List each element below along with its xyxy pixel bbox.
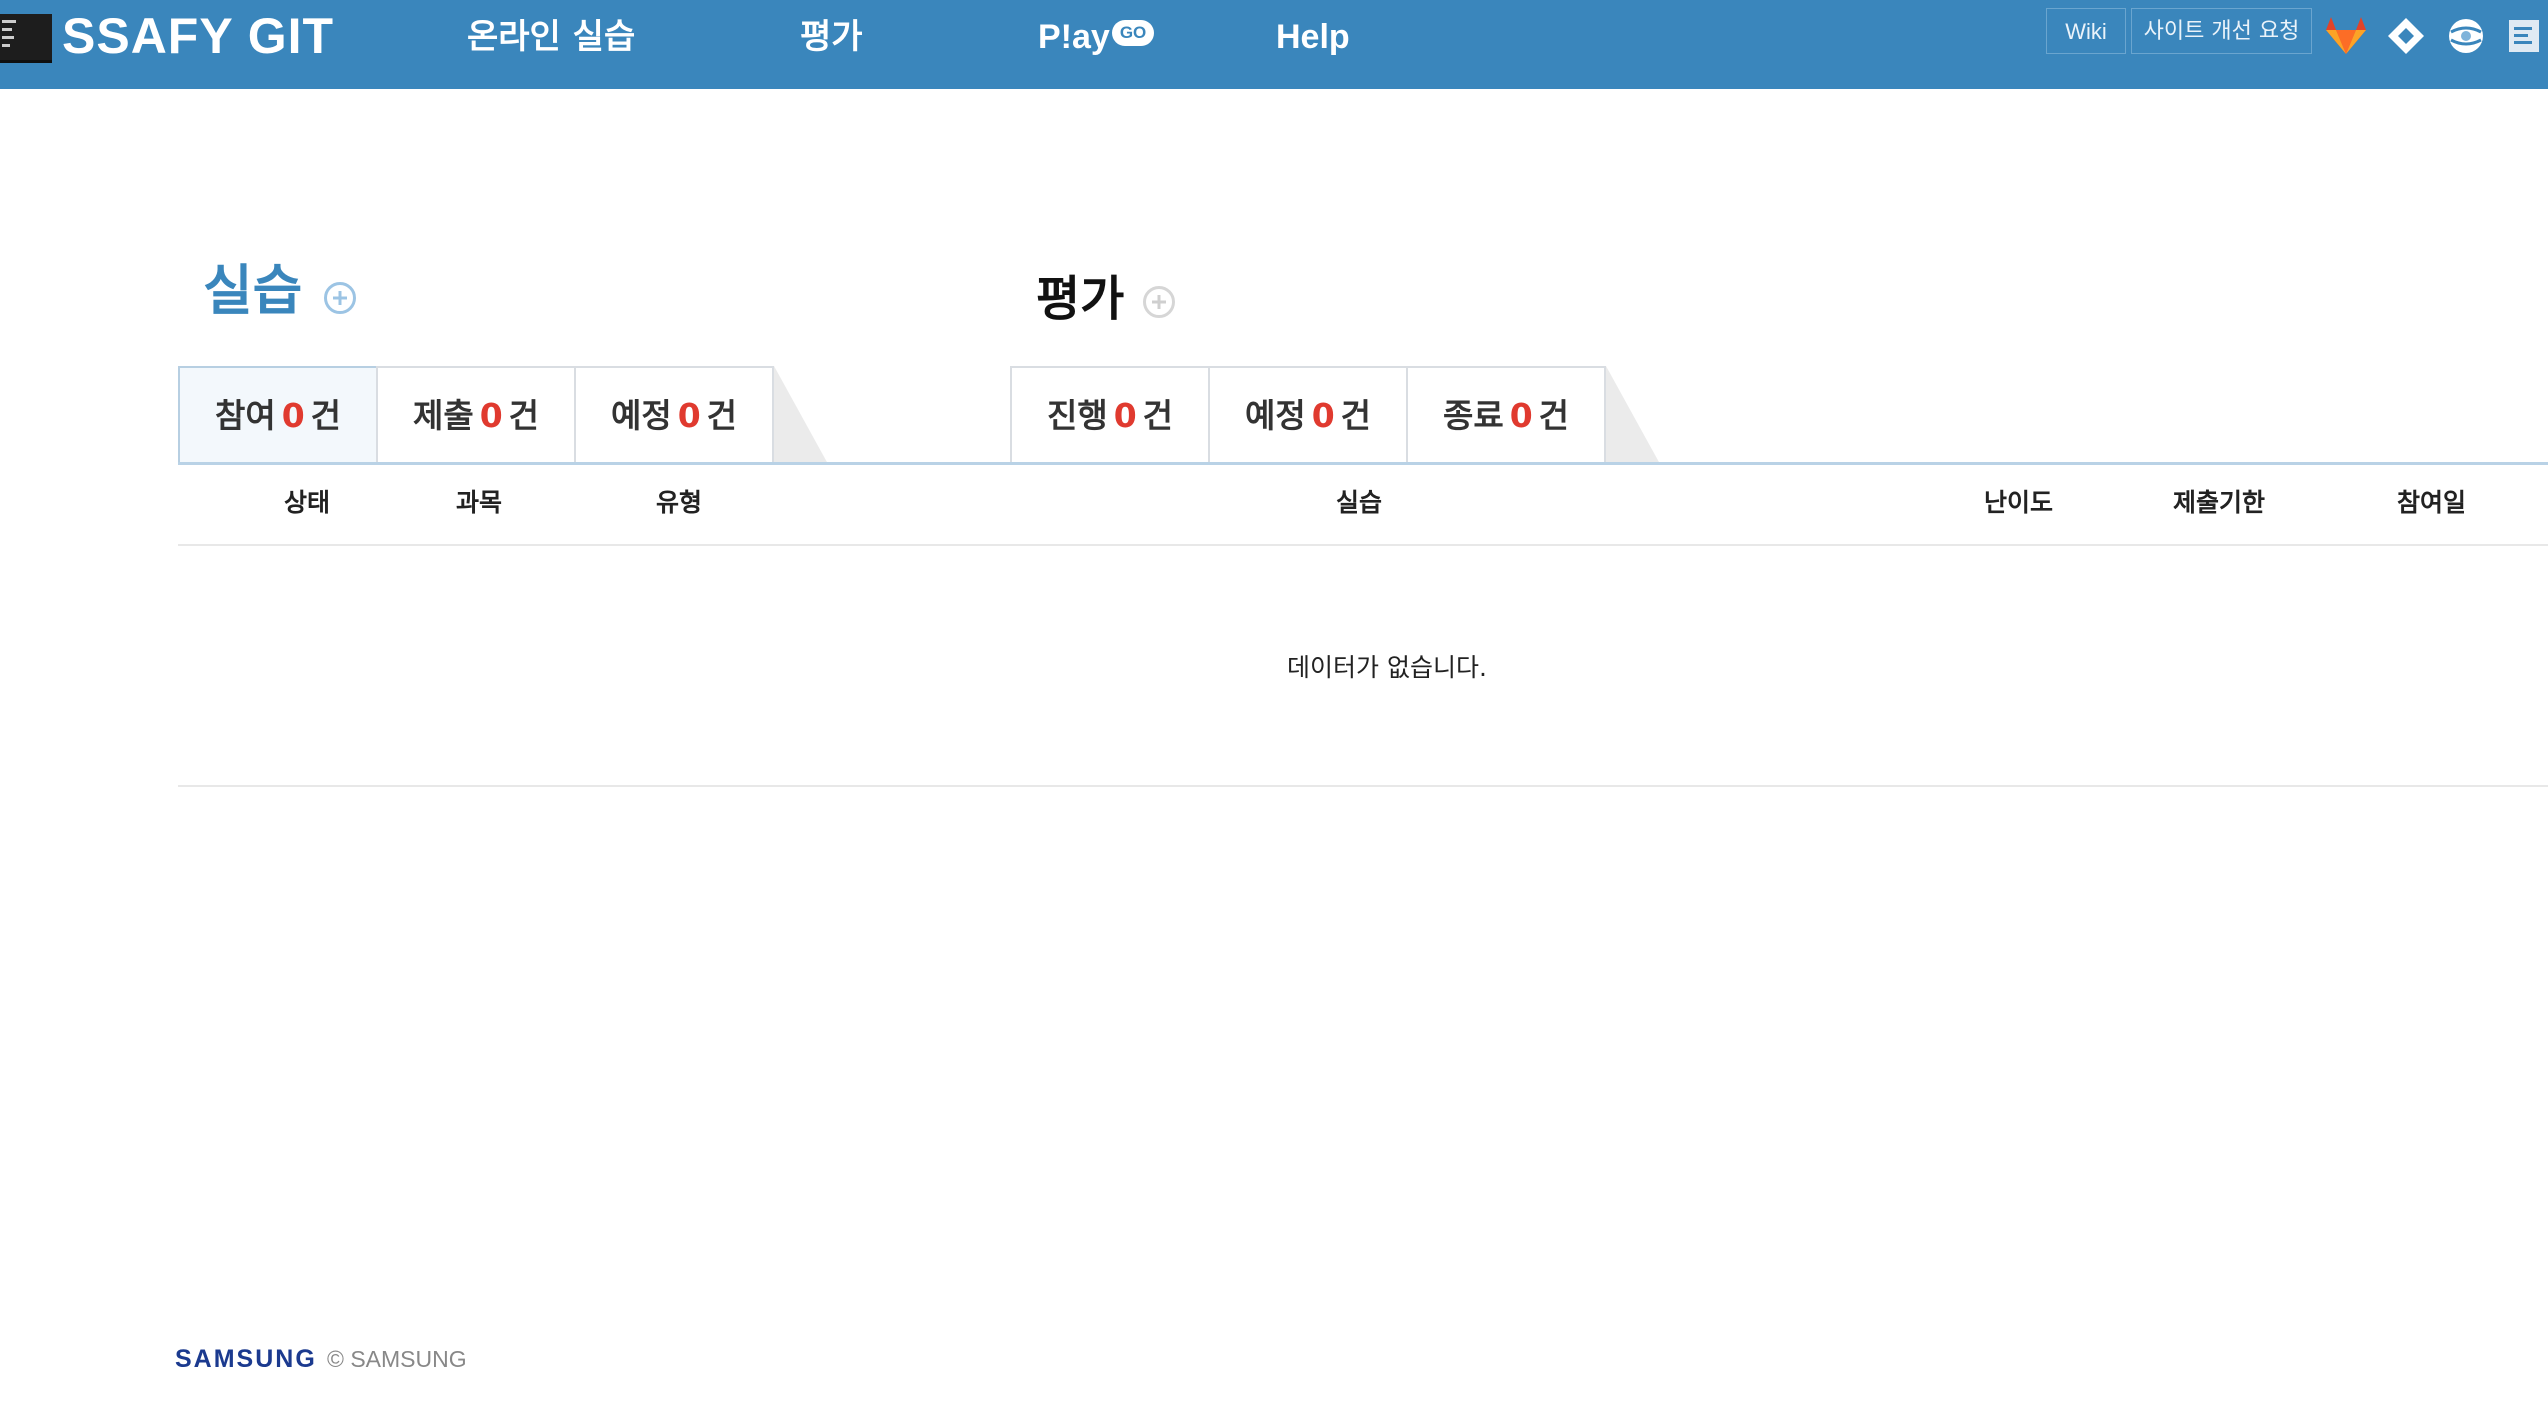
- header-row-divider: [178, 544, 2548, 546]
- column-header-practice[interactable]: 실습: [1336, 488, 1382, 518]
- column-header-subject[interactable]: 과목: [456, 488, 502, 518]
- tab-evaluation-in-progress[interactable]: 진행 0 건: [1010, 366, 1210, 464]
- tab-unit: 건: [310, 396, 342, 435]
- brand-title[interactable]: SSAFY GIT: [62, 6, 334, 66]
- practice-section-title: 실습: [203, 259, 303, 322]
- tab-unit: 건: [1538, 396, 1570, 435]
- tab-unit: 건: [706, 396, 738, 435]
- nav-help[interactable]: Help: [1276, 14, 1350, 60]
- tab-label: 예정: [1244, 396, 1306, 435]
- practice-add-icon[interactable]: [324, 282, 356, 314]
- tab-practice-participating[interactable]: 참여 0 건: [178, 366, 378, 464]
- wiki-button[interactable]: Wiki: [2046, 8, 2126, 54]
- gitlab-icon[interactable]: [2323, 14, 2369, 58]
- tab-count: 0: [1311, 396, 1335, 435]
- tab-label: 진행: [1046, 396, 1108, 435]
- tab-fold-decoration: [774, 366, 828, 464]
- ssafy-logo-icon[interactable]: [0, 14, 52, 63]
- tab-label: 참여: [214, 396, 276, 435]
- tab-count: 0: [1509, 396, 1533, 435]
- diamond-icon[interactable]: [2383, 14, 2429, 58]
- tab-count: 0: [479, 396, 503, 435]
- tab-unit: 건: [1142, 396, 1174, 435]
- tab-practice-submitted[interactable]: 제출 0 건: [376, 366, 576, 464]
- site-improvement-request-button[interactable]: 사이트 개선 요청: [2131, 8, 2312, 54]
- evaluation-section-title: 평가: [1036, 271, 1125, 327]
- evaluation-add-icon[interactable]: [1143, 286, 1175, 318]
- tab-label: 종료: [1442, 396, 1504, 435]
- column-header-joined-date[interactable]: 참여일: [2397, 488, 2466, 518]
- tab-evaluation-scheduled[interactable]: 예정 0 건: [1208, 366, 1408, 464]
- play-go-badge: GO: [1111, 20, 1155, 46]
- column-header-status[interactable]: 상태: [284, 488, 330, 518]
- document-icon[interactable]: [2503, 14, 2548, 58]
- samsung-logo: SAMSUNG: [175, 1345, 317, 1373]
- tab-unit: 건: [508, 396, 540, 435]
- column-header-difficulty[interactable]: 난이도: [1984, 488, 2053, 518]
- table-bottom-divider: [178, 785, 2548, 787]
- empty-table-message: 데이터가 없습니다.: [1287, 653, 1487, 682]
- tab-count: 0: [677, 396, 701, 435]
- nav-online-practice[interactable]: 온라인 실습: [467, 14, 635, 60]
- nav-play-label: P!ay: [1038, 18, 1110, 56]
- tab-underline: [178, 462, 2548, 465]
- nav-evaluation[interactable]: 평가: [800, 14, 863, 60]
- tab-count: 0: [1113, 396, 1137, 435]
- tab-evaluation-finished[interactable]: 종료 0 건: [1406, 366, 1606, 464]
- column-header-deadline[interactable]: 제출기한: [2173, 488, 2265, 518]
- tab-unit: 건: [1340, 396, 1372, 435]
- footer-copyright: © SAMSUNG: [327, 1346, 467, 1372]
- top-header: SSAFY GIT 온라인 실습 평가 P!ay GO Help Wiki 사이트…: [0, 0, 2548, 89]
- tab-count: 0: [281, 396, 305, 435]
- nav-play[interactable]: P!ay GO: [1038, 14, 1155, 60]
- tab-label: 제출: [412, 396, 474, 435]
- globe-icon[interactable]: [2443, 14, 2489, 58]
- tab-label: 예정: [610, 396, 672, 435]
- tab-fold-decoration: [1606, 366, 1660, 464]
- column-header-type[interactable]: 유형: [656, 488, 702, 518]
- tab-practice-scheduled[interactable]: 예정 0 건: [574, 366, 774, 464]
